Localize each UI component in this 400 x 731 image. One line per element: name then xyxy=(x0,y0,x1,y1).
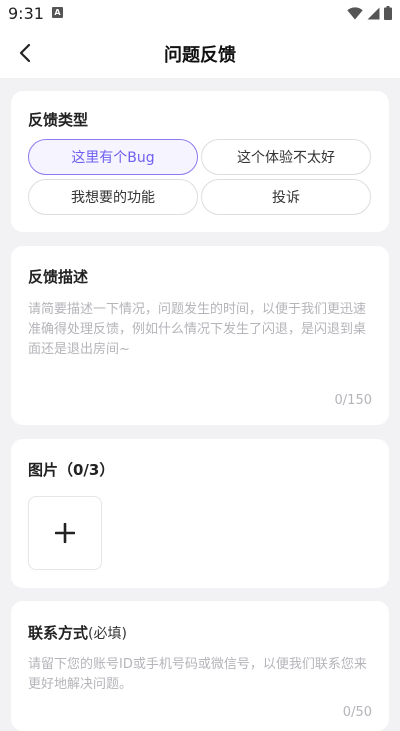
feedback-type-card: 反馈类型 这里有个Bug 这个体验不太好 我想要的功能 投诉 xyxy=(11,91,389,232)
description-counter: 0/150 xyxy=(334,393,372,408)
contact-title-text: 联系方式 xyxy=(28,624,89,642)
wifi-icon xyxy=(347,6,363,19)
contact-input[interactable]: 请留下您的账号ID或手机号码或微信号，以便我们联系您来更好地解决问题。 xyxy=(28,655,368,695)
description-input[interactable]: 请简要描述一下情况，问题发生的时间，以便于我们更迅速准确得处理反馈，例如什么情况… xyxy=(28,300,368,360)
status-bar: 9:31 A xyxy=(0,0,400,28)
feedback-type-title: 反馈类型 xyxy=(28,111,89,129)
description-title: 反馈描述 xyxy=(28,268,89,286)
battery-icon xyxy=(384,6,392,20)
type-option-bug[interactable]: 这里有个Bug xyxy=(28,139,198,175)
contact-counter: 0/50 xyxy=(342,705,372,720)
images-card: 图片（0/3） xyxy=(11,439,389,588)
signal-icon xyxy=(367,7,380,19)
plus-icon xyxy=(55,523,75,543)
add-image-button[interactable] xyxy=(28,496,102,570)
contact-card: 联系方式(必填) 请留下您的账号ID或手机号码或微信号，以便我们联系您来更好地解… xyxy=(11,601,389,731)
contact-title: 联系方式(必填) xyxy=(28,622,127,643)
type-option-complaint[interactable]: 投诉 xyxy=(201,179,371,215)
page-title: 问题反馈 xyxy=(164,45,236,66)
type-option-experience[interactable]: 这个体验不太好 xyxy=(201,139,371,175)
status-time: 9:31 xyxy=(8,4,44,23)
contact-required-note: (必填) xyxy=(88,626,127,642)
type-option-feature[interactable]: 我想要的功能 xyxy=(28,179,198,215)
header-bar: 问题反馈 xyxy=(0,28,400,78)
status-icons xyxy=(347,5,392,21)
description-card: 反馈描述 请简要描述一下情况，问题发生的时间，以便于我们更迅速准确得处理反馈，例… xyxy=(11,246,389,425)
notification-icon: A xyxy=(52,7,63,18)
images-title: 图片（0/3） xyxy=(28,461,115,479)
